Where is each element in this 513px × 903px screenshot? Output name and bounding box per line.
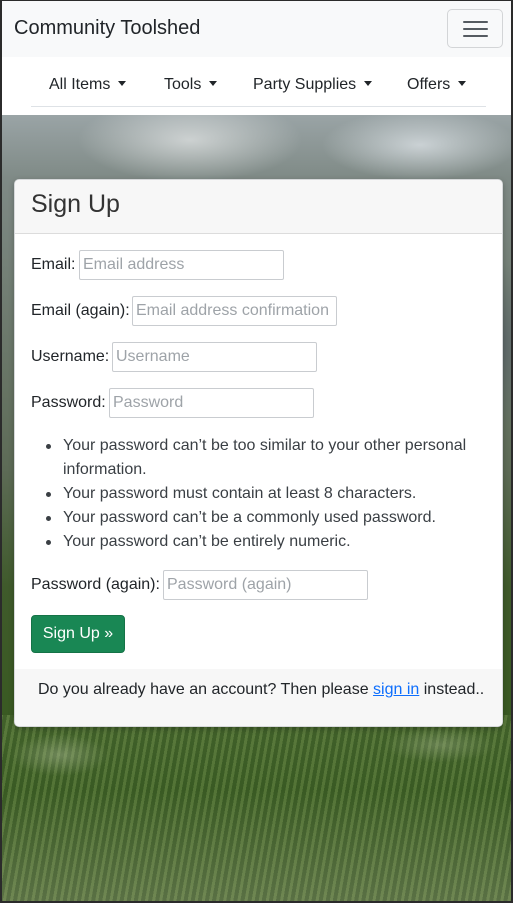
caret-down-icon xyxy=(458,81,467,86)
grass-background xyxy=(0,715,513,903)
top-navbar: Community Toolshed xyxy=(0,0,513,57)
password-field[interactable] xyxy=(109,388,314,418)
nav-item-label: Tools xyxy=(164,76,202,93)
nav-item-label: Party Supplies xyxy=(253,76,357,93)
brand-title[interactable]: Community Toolshed xyxy=(14,16,200,40)
password-label: Password: xyxy=(31,394,106,411)
password-help-list: Your password can’t be too similar to yo… xyxy=(31,434,491,554)
nav-item-all-items[interactable]: All Items xyxy=(49,75,127,95)
password-again-label: Password (again): xyxy=(31,576,160,593)
caret-down-icon xyxy=(209,81,218,86)
email-label: Email: xyxy=(31,256,76,273)
card-header: Sign Up xyxy=(15,180,502,234)
email-field[interactable] xyxy=(79,250,284,280)
page-title: Sign Up xyxy=(31,190,120,218)
hamburger-menu-icon[interactable] xyxy=(447,9,503,48)
list-item: Your password can’t be too similar to yo… xyxy=(31,434,491,482)
password-row: Password: xyxy=(31,388,321,418)
email-again-label: Email (again): xyxy=(31,302,130,319)
nav-item-label: Offers xyxy=(407,76,451,93)
category-nav: All Items Tools Party Supplies Offers xyxy=(0,57,513,115)
nav-item-tools[interactable]: Tools xyxy=(164,75,218,95)
signin-prompt-suffix: instead.. xyxy=(419,681,485,698)
username-label: Username: xyxy=(31,348,110,365)
signup-button[interactable]: Sign Up » xyxy=(31,615,125,653)
email-confirm-field[interactable] xyxy=(132,296,337,326)
password-confirm-field[interactable] xyxy=(163,570,368,600)
signin-prompt: Do you already have an account? Then ple… xyxy=(38,680,484,700)
nav-item-offers[interactable]: Offers xyxy=(407,75,467,95)
list-item: Your password can’t be entirely numeric. xyxy=(31,530,491,554)
email-again-row: Email (again): xyxy=(31,296,341,326)
username-row: Username: xyxy=(31,342,321,372)
list-item: Your password must contain at least 8 ch… xyxy=(31,482,491,506)
signin-prompt-text: Do you already have an account? Then ple… xyxy=(38,681,374,698)
card-footer: Do you already have an account? Then ple… xyxy=(15,669,502,726)
caret-down-icon xyxy=(118,81,127,86)
nav-item-label: All Items xyxy=(49,76,111,93)
list-item: Your password can’t be a commonly used p… xyxy=(31,506,491,530)
signup-card: Sign Up Email: Email (again): Username: … xyxy=(14,179,503,727)
email-row: Email: xyxy=(31,250,291,280)
password-again-row: Password (again): xyxy=(31,570,376,600)
nav-item-party-supplies[interactable]: Party Supplies xyxy=(253,75,373,95)
sign-in-link[interactable]: sign in xyxy=(373,681,419,698)
caret-down-icon xyxy=(364,81,373,86)
username-field[interactable] xyxy=(112,342,317,372)
